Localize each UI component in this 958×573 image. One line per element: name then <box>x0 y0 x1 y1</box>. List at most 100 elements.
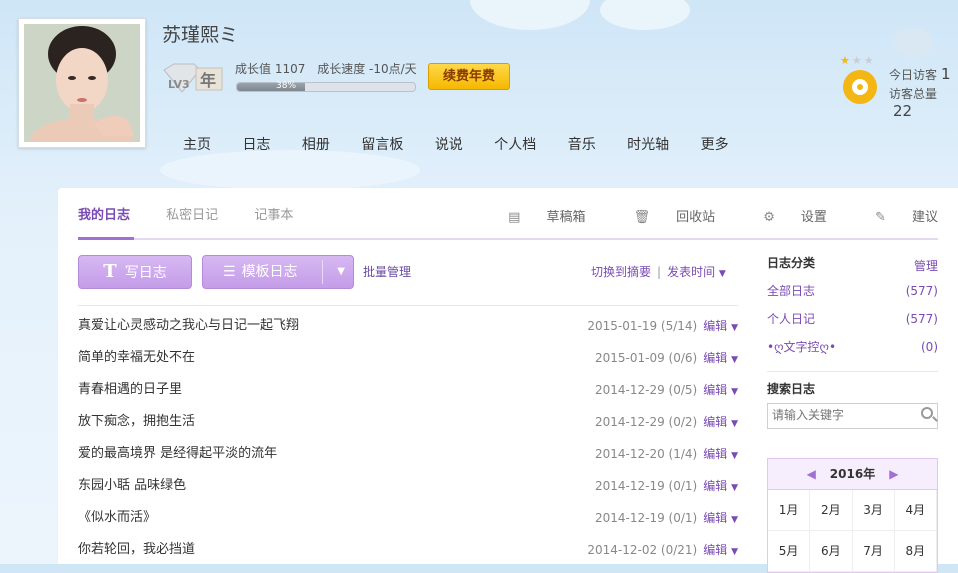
avatar[interactable] <box>18 18 146 148</box>
search-box <box>767 403 938 429</box>
total-visitors-label: 访客总量 <box>889 87 938 101</box>
write-diary-label: 写日志 <box>124 265 167 281</box>
edit-dropdown[interactable]: 编辑 ▼ <box>703 415 738 429</box>
suggest-label: 建议 <box>911 210 938 225</box>
diary-stats: (0/1) <box>668 479 698 493</box>
total-visitors-count: 22 <box>893 102 913 120</box>
drafts-button[interactable]: ▤ 草稿箱 <box>486 206 585 225</box>
category-item[interactable]: 个人日记 (577) <box>767 305 938 333</box>
list-item: 放下痴念，拥抱生活 2014-12-29 (0/2) 编辑 ▼ <box>78 406 738 438</box>
total-visitors[interactable]: 访客总量22 <box>889 85 958 120</box>
manage-categories-link[interactable]: 管理 <box>914 257 938 274</box>
diary-date: 2014-12-29 <box>594 383 665 397</box>
diary-title[interactable]: 放下痴念，拥抱生活 <box>78 406 195 438</box>
diary-date: 2015-01-09 <box>594 351 665 365</box>
month-grid: 1月 2月 3月 4月 5月 6月 7月 8月 <box>768 490 937 572</box>
diary-title[interactable]: 简单的幸福无处不在 <box>78 342 195 374</box>
growth-value: 成长值 1107 <box>235 62 306 76</box>
edit-dropdown[interactable]: 编辑 ▼ <box>703 351 738 365</box>
month-cell[interactable]: 8月 <box>894 531 937 572</box>
next-year-icon[interactable]: ▶ <box>889 467 898 481</box>
list-item: 简单的幸福无处不在 2015-01-09 (0/6) 编辑 ▼ <box>78 342 738 374</box>
edit-dropdown[interactable]: 编辑 ▼ <box>703 447 738 461</box>
category-item[interactable]: •ღ文字控ღ• (0) <box>767 333 938 361</box>
background-cloud <box>470 0 590 30</box>
chevron-down-icon: ▼ <box>731 355 738 365</box>
nav-message-board[interactable]: 留言板 <box>361 134 403 154</box>
nav-profile[interactable]: 个人档 <box>494 134 536 154</box>
diary-meta: 2015-01-09 (0/6) 编辑 ▼ <box>595 342 738 376</box>
month-cell[interactable]: 1月 <box>768 490 811 531</box>
nickname: 苏瑾熙ミ <box>162 24 239 46</box>
prev-year-icon[interactable]: ◀ <box>807 467 816 481</box>
diary-title[interactable]: 青春相遇的日子里 <box>78 374 182 406</box>
list-icon: ☰ <box>223 264 236 280</box>
category-item[interactable]: 全部日志 (577) <box>767 277 938 305</box>
template-diary-button[interactable]: ☰ 模板日志 ▼ <box>202 255 354 289</box>
diary-meta: 2014-12-29 (0/2) 编辑 ▼ <box>595 406 738 440</box>
nav-timeline[interactable]: 时光轴 <box>627 134 669 154</box>
month-cell[interactable]: 2月 <box>810 490 853 531</box>
search-title: 搜索日志 <box>767 382 816 396</box>
diary-title[interactable]: 爱的最高境界 是经得起平淡的流年 <box>78 438 277 470</box>
edit-dropdown[interactable]: 编辑 ▼ <box>703 479 738 493</box>
year-badge: 年 <box>200 71 217 90</box>
button-split-divider <box>322 260 323 284</box>
tab-divider <box>78 238 938 240</box>
diary-title[interactable]: 东园小聒 品味绿色 <box>78 470 186 502</box>
calendar-header: ◀ 2016年 ▶ <box>768 459 937 490</box>
month-cell[interactable]: 4月 <box>894 490 937 531</box>
settings-button[interactable]: ⚙ 设置 <box>741 206 827 225</box>
diary-tabs: 我的日志 私密日记 记事本 <box>78 204 325 223</box>
calendar-year: 2016年 <box>829 467 876 481</box>
recycle-bin-button[interactable]: 🗑 回收站 <box>612 206 716 225</box>
category-name: 全部日志 <box>767 284 816 298</box>
month-cell[interactable]: 3月 <box>852 490 895 531</box>
nav-moments[interactable]: 说说 <box>435 134 463 154</box>
diary-meta: 2014-12-20 (1/4) 编辑 ▼ <box>595 438 738 472</box>
visitor-eye-icon[interactable] <box>843 70 877 104</box>
bulk-manage-link[interactable]: 批量管理 <box>363 263 411 280</box>
nav-more[interactable]: 更多 <box>701 134 729 154</box>
list-item: 青春相遇的日子里 2014-12-29 (0/5) 编辑 ▼ <box>78 374 738 406</box>
tab-private-diary[interactable]: 私密日记 <box>166 204 218 223</box>
nav-diary[interactable]: 日志 <box>242 134 270 154</box>
nav-album[interactable]: 相册 <box>302 134 330 154</box>
edit-dropdown[interactable]: 编辑 ▼ <box>703 511 738 525</box>
diary-panel: 我的日志 私密日记 记事本 ▤ 草稿箱 🗑 回收站 ⚙ 设置 ✎ 建议 T 写日志 ☰ 模板… <box>58 188 958 573</box>
category-count: (577) <box>905 312 938 326</box>
search-icon[interactable] <box>921 407 933 419</box>
diary-stats: (0/6) <box>668 351 698 365</box>
diary-title[interactable]: 你若轮回，我必挡道 <box>78 534 195 566</box>
tab-my-diary[interactable]: 我的日志 <box>78 204 130 223</box>
switch-summary-link[interactable]: 切换到摘要 <box>591 265 651 279</box>
nav-music[interactable]: 音乐 <box>568 134 596 154</box>
month-cell[interactable]: 5月 <box>768 531 811 572</box>
template-diary-label: ☰ 模板日志 <box>223 264 298 280</box>
chevron-down-icon[interactable]: ▼ <box>337 256 345 288</box>
diary-meta: 2014-12-19 (0/1) 编辑 ▼ <box>595 502 738 536</box>
diary-stats: (0/5) <box>668 383 698 397</box>
background-cloud <box>160 150 420 190</box>
nav-home[interactable]: 主页 <box>183 134 211 154</box>
list-item: 东园小聒 品味绿色 2014-12-19 (0/1) 编辑 ▼ <box>78 470 738 502</box>
avatar-image <box>24 24 140 142</box>
edit-dropdown[interactable]: 编辑 ▼ <box>703 319 738 333</box>
write-diary-button[interactable]: T 写日志 <box>78 255 192 289</box>
suggest-button[interactable]: ✎ 建议 <box>853 206 938 225</box>
month-cell[interactable]: 6月 <box>810 531 853 572</box>
sort-by-time-dropdown[interactable]: 发表时间 ▼ <box>667 265 726 279</box>
search-input[interactable] <box>768 404 916 426</box>
diary-title[interactable]: 真爱让心灵感动之我心与日记一起飞翔 <box>78 310 299 342</box>
renew-annual-button[interactable]: 续费年费 <box>428 63 510 90</box>
diary-meta: 2014-12-02 (0/21) 编辑 ▼ <box>587 534 738 568</box>
edit-dropdown[interactable]: 编辑 ▼ <box>703 383 738 397</box>
edit-dropdown[interactable]: 编辑 ▼ <box>703 543 738 557</box>
month-cell[interactable]: 7月 <box>852 531 895 572</box>
diary-title[interactable]: 《似水而活》 <box>78 502 156 534</box>
today-visitors[interactable]: 今日访客 1 <box>889 65 951 83</box>
sidebar-divider <box>767 371 938 372</box>
chevron-down-icon: ▼ <box>731 419 738 429</box>
list-item: 你若轮回，我必挡道 2014-12-02 (0/21) 编辑 ▼ <box>78 534 738 566</box>
tab-notebook[interactable]: 记事本 <box>254 204 293 223</box>
